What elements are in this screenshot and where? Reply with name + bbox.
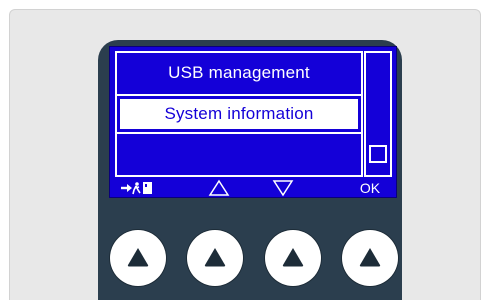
menu-item-system-information[interactable]: System information bbox=[120, 99, 358, 129]
down-softkey bbox=[270, 178, 296, 198]
triangle-up-filled-icon bbox=[282, 248, 304, 267]
triangle-up-outline-icon bbox=[208, 179, 230, 196]
triangle-up-filled-icon bbox=[127, 248, 149, 267]
scrollbar-thumb[interactable] bbox=[369, 145, 387, 163]
triangle-down-outline-icon bbox=[272, 180, 294, 197]
up-softkey bbox=[206, 178, 232, 198]
exit-door-icon bbox=[121, 182, 152, 195]
hardware-button-ok[interactable] bbox=[342, 230, 398, 286]
exit-softkey bbox=[117, 178, 157, 198]
triangle-up-filled-icon bbox=[204, 248, 226, 267]
menu-divider bbox=[115, 94, 363, 96]
ok-softkey: OK bbox=[359, 180, 381, 196]
hardware-button-exit[interactable] bbox=[110, 230, 166, 286]
hardware-button-down[interactable] bbox=[265, 230, 321, 286]
menu-item-usb-management[interactable]: USB management bbox=[117, 63, 361, 83]
menu-divider bbox=[115, 132, 363, 134]
triangle-up-filled-icon bbox=[359, 248, 381, 267]
hardware-button-up[interactable] bbox=[187, 230, 243, 286]
softkey-bar: OK bbox=[109, 178, 397, 198]
